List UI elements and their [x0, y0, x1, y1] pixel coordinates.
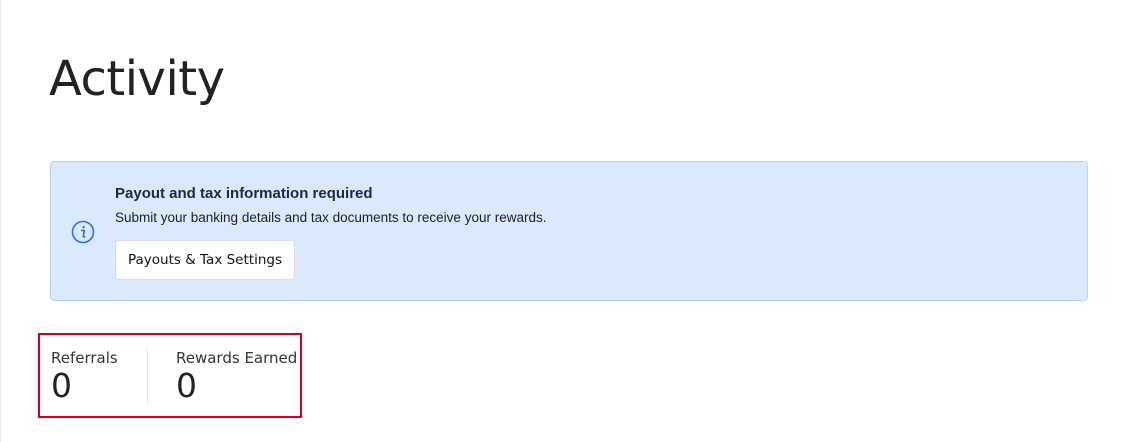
stat-divider	[147, 349, 148, 404]
stat-value: 0	[51, 366, 72, 405]
stat-label: Referrals	[51, 349, 118, 367]
activity-page: Activity Payout and tax information requ…	[0, 0, 1122, 442]
page-title: Activity	[49, 51, 225, 107]
alert-description: Submit your banking details and tax docu…	[115, 210, 547, 225]
payout-tax-alert: Payout and tax information required Subm…	[50, 161, 1088, 301]
stat-referrals: Referrals 0	[51, 349, 118, 405]
stat-label: Rewards Earned	[176, 349, 298, 367]
stat-rewards-earned: Rewards Earned 0	[176, 349, 297, 405]
stat-value: 0	[176, 366, 197, 405]
alert-title: Payout and tax information required	[115, 185, 373, 202]
payouts-tax-settings-button[interactable]: Payouts & Tax Settings	[115, 240, 295, 280]
info-icon	[71, 220, 95, 244]
